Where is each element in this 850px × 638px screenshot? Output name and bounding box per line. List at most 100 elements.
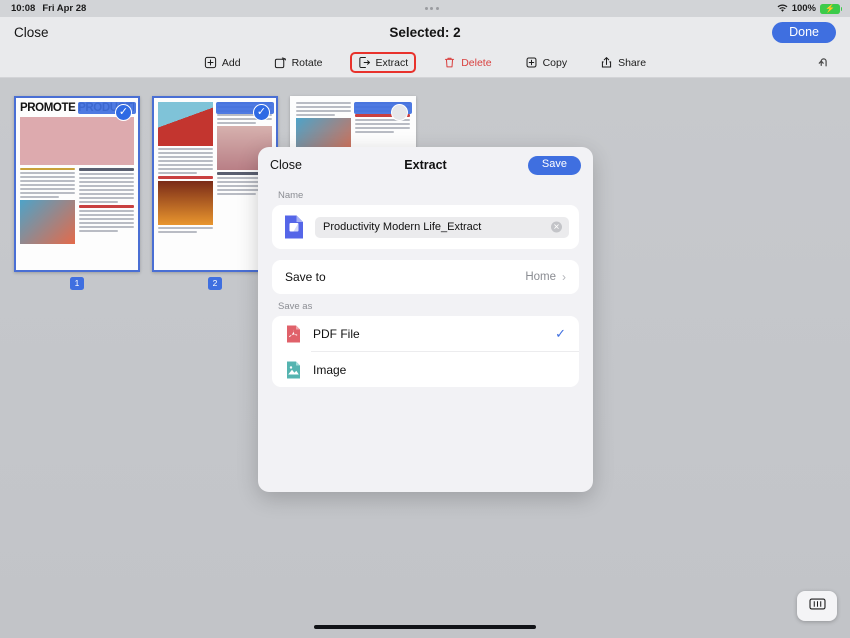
toolbar-label-copy: Copy <box>542 56 568 69</box>
page-preview-1: PROMOTE PRODUCTIVITY <box>20 102 134 266</box>
copy-icon <box>525 56 538 69</box>
text-line <box>79 185 134 187</box>
save-to-card: Save to Home › <box>272 260 579 294</box>
save-as-option-image[interactable]: Image <box>272 352 579 387</box>
status-time: 10:08 <box>11 3 36 14</box>
page-columns-2 <box>158 102 272 266</box>
keyboard-panel-icon <box>808 597 826 616</box>
text-line <box>79 205 134 208</box>
toolbar-button-add[interactable]: Add <box>198 53 247 72</box>
rotate-icon <box>274 56 287 69</box>
ipad-screen: 10:08 Fri Apr 28 100% ⚡ Close Selected: … <box>0 0 850 638</box>
name-card: ✕ <box>272 205 579 249</box>
status-bar-left: 10:08 Fri Apr 28 <box>0 3 86 14</box>
toolbar-button-extract[interactable]: Extract <box>349 52 417 73</box>
home-indicator <box>314 625 536 629</box>
dialog-save-button[interactable]: Save <box>527 155 581 175</box>
save-as-label-image: Image <box>313 362 347 377</box>
text-line <box>296 106 351 108</box>
save-to-label: Save to <box>285 270 326 284</box>
toolbar-label-delete: Delete <box>461 56 492 69</box>
status-bar-right: 100% ⚡ <box>777 3 850 14</box>
thumbnail-item-1[interactable]: PROMOTE PRODUCTIVITY <box>14 96 140 291</box>
text-line <box>158 231 197 233</box>
text-line <box>158 176 213 179</box>
toolbar-items: Add Rotate Extract Delete Copy Share <box>198 52 652 73</box>
edit-toolbar: Add Rotate Extract Delete Copy Share <box>0 48 850 78</box>
text-line <box>158 148 213 150</box>
text-line <box>79 177 134 179</box>
page-photo-sunset-2 <box>158 181 213 225</box>
text-line <box>20 184 75 186</box>
checkmark-icon: ✓ <box>555 325 566 341</box>
page-number-badge-1: 1 <box>69 277 85 291</box>
save-to-value: Home <box>525 271 556 283</box>
toolbar-button-delete[interactable]: Delete <box>437 53 497 72</box>
text-line <box>79 193 134 195</box>
text-line <box>79 168 134 171</box>
document-icon <box>282 213 306 241</box>
text-line <box>79 173 134 175</box>
name-input[interactable] <box>315 216 569 238</box>
save-to-row[interactable]: Save to Home › <box>272 260 579 294</box>
close-button[interactable]: Close <box>14 25 49 40</box>
extract-icon <box>358 56 371 69</box>
battery-percent: 100% <box>791 3 816 14</box>
page-thumbnail-1[interactable]: PROMOTE PRODUCTIVITY <box>14 96 140 272</box>
toolbar-label-share: Share <box>618 56 647 69</box>
text-line <box>158 172 197 174</box>
battery-charging-icon: ⚡ <box>820 3 843 14</box>
toolbar-label-add: Add <box>221 56 241 69</box>
save-as-section-label: Save as <box>278 301 313 312</box>
text-line <box>296 114 335 116</box>
trash-icon <box>443 56 456 69</box>
page-preview-2 <box>158 102 272 266</box>
dialog-close-button[interactable]: Close <box>270 158 302 172</box>
text-line <box>79 226 134 228</box>
name-row: ✕ <box>272 205 579 249</box>
page-title: Selected: 2 <box>389 25 461 40</box>
save-as-option-pdf[interactable]: PDF File ✓ <box>272 316 579 351</box>
text-line <box>217 122 256 124</box>
text-line <box>158 152 213 154</box>
status-date: Fri Apr 28 <box>42 3 87 14</box>
name-section-label: Name <box>278 190 304 201</box>
toolbar-label-rotate: Rotate <box>291 56 323 69</box>
multitask-dots-handle[interactable] <box>424 7 439 10</box>
undo-icon[interactable] <box>817 55 832 70</box>
text-line <box>20 192 75 194</box>
page-photo-1 <box>20 200 75 244</box>
page-column-right-1 <box>79 168 134 266</box>
text-line <box>20 180 75 182</box>
toolbar-button-copy[interactable]: Copy <box>519 53 574 72</box>
text-line <box>79 201 118 203</box>
pdf-file-icon <box>285 324 302 344</box>
text-line <box>79 197 134 199</box>
text-line <box>355 123 410 125</box>
extract-dialog: Close Extract Save Name ✕ Save to Home › <box>258 147 593 492</box>
page-number-badge-2: 2 <box>207 277 223 291</box>
text-line <box>79 181 134 183</box>
text-line <box>158 168 213 170</box>
keyboard-panel-button[interactable] <box>797 591 837 621</box>
toolbar-label-extract: Extract <box>375 56 409 69</box>
text-line <box>79 214 134 216</box>
toolbar-button-share[interactable]: Share <box>594 53 652 72</box>
text-line <box>158 156 213 158</box>
status-bar-center <box>86 7 776 10</box>
text-line <box>158 164 213 166</box>
image-file-icon <box>285 360 302 380</box>
app-header: Close Selected: 2 Done <box>0 17 850 48</box>
dialog-header: Close Extract Save <box>258 147 593 183</box>
thumbnail-checkbox-3[interactable]: ✓ <box>391 104 408 121</box>
toolbar-button-rotate[interactable]: Rotate <box>268 53 329 72</box>
text-line <box>158 160 213 162</box>
clear-field-icon[interactable]: ✕ <box>551 221 562 233</box>
done-button[interactable]: Done <box>772 21 836 44</box>
text-line <box>355 127 410 129</box>
thumbnail-checkbox-2[interactable]: ✓ <box>253 104 270 121</box>
text-line <box>20 168 75 170</box>
text-line <box>79 222 134 224</box>
text-line <box>79 210 134 212</box>
thumbnail-checkbox-1[interactable]: ✓ <box>115 104 132 121</box>
